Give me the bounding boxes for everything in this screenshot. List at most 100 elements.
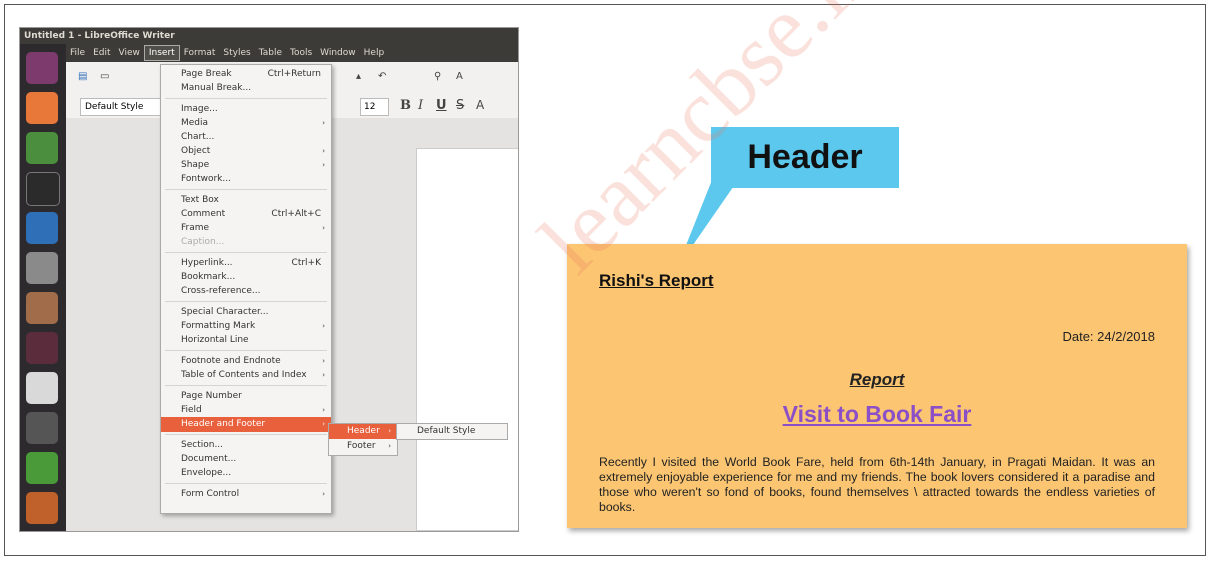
submenu-arrow-icon: › (322, 322, 325, 330)
writer-icon[interactable] (26, 212, 58, 244)
header-footer-label: Header and Footer (181, 419, 266, 429)
firefox-icon[interactable] (26, 92, 58, 124)
menu-tools[interactable]: Tools (286, 44, 316, 62)
document-header-text: Rishi's Report (599, 271, 714, 290)
menu-file[interactable]: File (66, 44, 89, 62)
submenu-arrow-icon: › (322, 224, 325, 232)
chrome-icon[interactable] (26, 132, 58, 164)
menu-item-chart[interactable]: Chart... (161, 130, 331, 145)
menu-item-caption: Caption... (181, 237, 225, 247)
italic-icon[interactable]: I (418, 98, 423, 113)
menu-separator (165, 252, 327, 253)
menu-item-cross-reference[interactable]: Cross-reference... (161, 284, 331, 299)
strikethrough-icon[interactable]: S (456, 98, 464, 113)
terminal-icon[interactable] (26, 172, 60, 206)
menu-item-horizontal-line[interactable]: Horizontal Line (161, 333, 331, 348)
camera-icon[interactable] (26, 252, 58, 284)
menu-item-footnote[interactable]: Footnote and Endnote › (161, 354, 331, 369)
submenu-arrow-icon: › (322, 147, 325, 155)
menu-styles[interactable]: Styles (219, 44, 254, 62)
menu-bar: File Edit View Insert Format Styles Table Tools… (66, 44, 518, 62)
find-icon[interactable]: ⚲ (434, 71, 441, 82)
menu-separator (165, 301, 327, 302)
frame-label: Frame (181, 223, 210, 233)
menu-separator (165, 350, 327, 351)
undo-icon[interactable]: ↶ (378, 71, 386, 82)
impress-icon[interactable] (26, 412, 58, 444)
footnote-label: Footnote and Endnote (181, 356, 281, 366)
menu-insert[interactable]: Insert (143, 45, 180, 61)
menu-item-shape[interactable]: Shape › (161, 158, 331, 173)
menu-separator (165, 385, 327, 386)
menu-item-section[interactable]: Section... (161, 438, 331, 453)
menu-item-fontwork[interactable]: Fontwork... (161, 172, 331, 187)
open-icon[interactable]: ▭ (100, 71, 109, 82)
header-footer-submenu: Header › Footer › (328, 423, 398, 456)
menu-separator (165, 434, 327, 435)
menu-item-envelope[interactable]: Envelope... (161, 466, 331, 481)
menu-item-page-break[interactable]: Page Break Ctrl+Return (161, 67, 331, 82)
font-size-box[interactable]: 12 (360, 98, 389, 116)
menu-item-header-footer[interactable]: Header and Footer › (161, 417, 331, 432)
submenu-arrow-icon: › (322, 119, 325, 127)
menu-item-special-character[interactable]: Special Character... (161, 305, 331, 320)
menu-item-form-control[interactable]: Form Control › (161, 487, 331, 502)
formatting-mark-label: Formatting Mark (181, 321, 256, 331)
header-style-submenu: Default Style (396, 423, 508, 440)
field-label: Field (181, 405, 202, 415)
menu-view[interactable]: View (115, 44, 144, 62)
document-page[interactable] (416, 148, 518, 531)
files-icon[interactable] (26, 292, 58, 324)
menu-item-comment[interactable]: Comment Ctrl+Alt+C (161, 207, 331, 222)
menu-item-page-number[interactable]: Page Number (161, 389, 331, 404)
document-body: Recently I visited the World Book Fare, … (599, 455, 1155, 514)
submenu-arrow-icon: › (322, 161, 325, 169)
menu-item-media[interactable]: Media › (161, 116, 331, 131)
spelling-icon[interactable]: A (456, 71, 463, 82)
presentation-icon[interactable] (26, 492, 58, 524)
new-document-icon[interactable]: ▤ (78, 71, 87, 82)
insert-menu: Page Break Ctrl+Return Manual Break... Im… (160, 64, 332, 514)
calc-icon[interactable] (26, 452, 58, 484)
menu-item-image[interactable]: Image... (161, 102, 331, 117)
ubuntu-dash-icon[interactable] (26, 52, 58, 84)
menu-item-formatting-mark[interactable]: Formatting Mark › (161, 319, 331, 334)
toc-label: Table of Contents and Index (181, 370, 307, 380)
menu-item-field[interactable]: Field › (161, 403, 331, 418)
submenu-item-default-style[interactable]: Default Style (397, 424, 507, 439)
superscript-icon[interactable]: A (476, 98, 484, 112)
submenu-item-header[interactable]: Header › (329, 424, 397, 439)
app-s-icon[interactable] (26, 332, 58, 364)
submenu-item-footer[interactable]: Footer › (329, 439, 397, 454)
footer-label: Footer (347, 441, 376, 451)
submenu-arrow-icon: › (322, 357, 325, 365)
menu-item-toc[interactable]: Table of Contents and Index › (161, 368, 331, 383)
menu-format[interactable]: Format (180, 44, 220, 62)
pdf-icon[interactable] (26, 372, 58, 404)
callout-label: Header (747, 138, 863, 176)
report-heading: Report (849, 370, 905, 389)
document-title: Visit to Book Fair (782, 401, 972, 427)
hyperlink-shortcut: Ctrl+K (291, 258, 321, 268)
shape-label: Shape (181, 160, 210, 170)
header-label: Header (347, 426, 380, 436)
menu-item-text-box[interactable]: Text Box (161, 193, 331, 208)
menu-edit[interactable]: Edit (89, 44, 114, 62)
libreoffice-screenshot: Untitled 1 - LibreOffice Writer File Edit… (20, 28, 518, 531)
clone-formatting-icon[interactable]: ▴ (356, 71, 361, 82)
menu-item-frame[interactable]: Frame › (161, 221, 331, 236)
bold-icon[interactable]: B (400, 98, 411, 113)
menu-item-document[interactable]: Document... (161, 452, 331, 467)
menu-item-bookmark[interactable]: Bookmark... (161, 270, 331, 285)
underline-icon[interactable]: U (436, 98, 447, 113)
menu-table[interactable]: Table (255, 44, 286, 62)
menu-separator (165, 189, 327, 190)
menu-item-manual-break[interactable]: Manual Break... (161, 81, 331, 96)
menu-help[interactable]: Help (360, 44, 389, 62)
comment-label: Comment (181, 209, 226, 219)
submenu-arrow-icon: › (322, 406, 325, 414)
menu-window[interactable]: Window (316, 44, 360, 62)
menu-item-hyperlink[interactable]: Hyperlink... Ctrl+K (161, 256, 331, 271)
window-title: Untitled 1 - LibreOffice Writer (20, 28, 518, 44)
menu-item-object[interactable]: Object › (161, 144, 331, 159)
